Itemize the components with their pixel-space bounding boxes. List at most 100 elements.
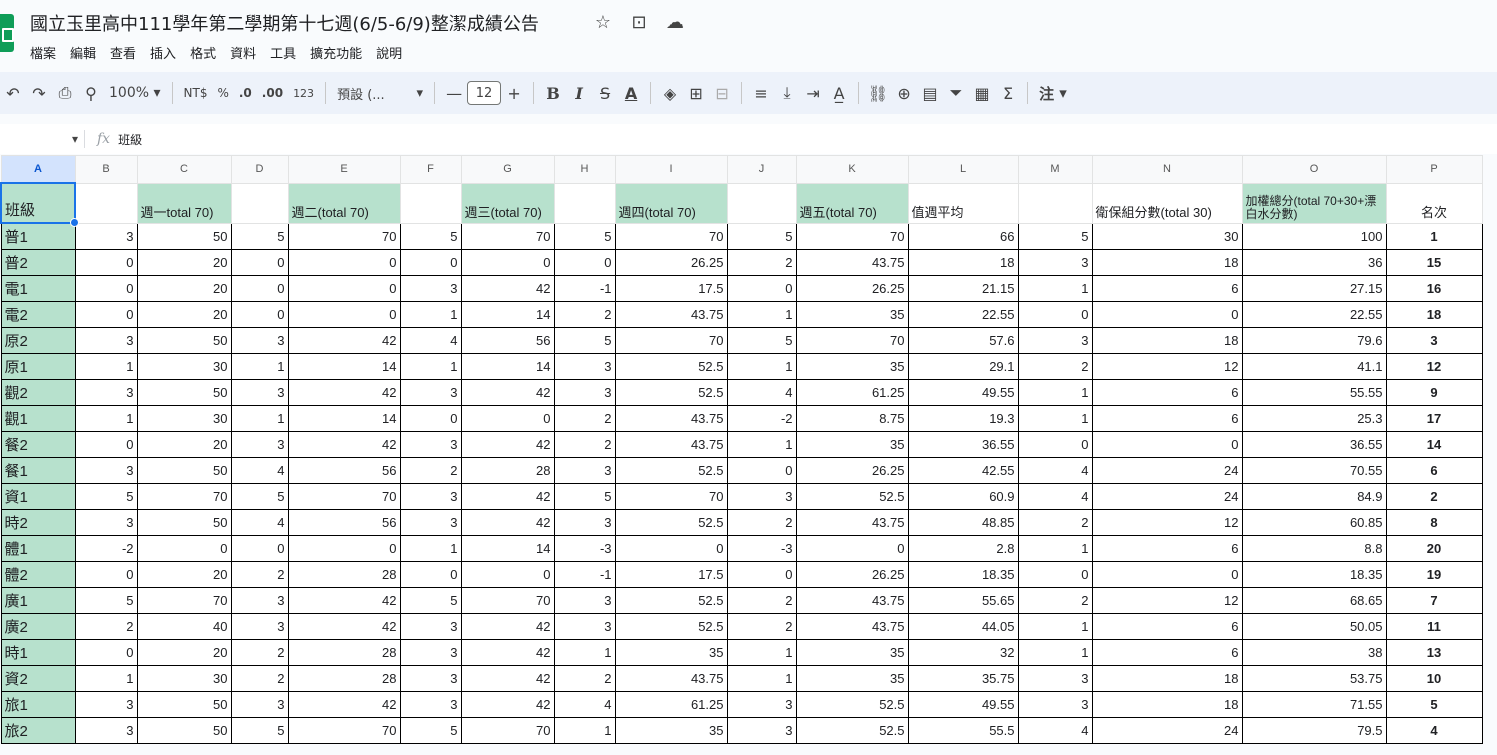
data-cell[interactable]: 8.8 [1241,535,1387,562]
data-cell[interactable]: 30 [136,405,232,432]
rank-cell[interactable]: 14 [1385,431,1483,458]
data-cell[interactable]: 30 [136,665,232,692]
data-cell[interactable]: 36.55 [907,431,1019,458]
class-name-cell[interactable]: 餐1 [0,457,76,484]
column-header-i[interactable]: I [614,155,728,184]
data-cell[interactable]: 25.3 [1241,405,1387,432]
decrease-decimal-button[interactable]: .0 [234,79,257,107]
data-cell[interactable]: 50 [136,379,232,406]
data-cell[interactable]: 5 [230,222,289,250]
data-cell[interactable]: 0 [1091,431,1243,458]
data-cell[interactable]: 19.3 [907,405,1019,432]
data-cell[interactable]: 56 [287,457,401,484]
class-name-cell[interactable]: 原2 [0,327,76,354]
menu-item[interactable]: 插入 [150,43,176,62]
formula-input[interactable]: 班級 [118,131,142,148]
class-name-cell[interactable]: 時1 [0,639,76,666]
data-cell[interactable]: 2 [74,613,138,640]
data-cell[interactable]: 6 [1091,405,1243,432]
data-cell[interactable]: 5 [1017,222,1093,250]
data-cell[interactable]: 50.05 [1241,613,1387,640]
data-cell[interactable]: 5 [726,327,797,354]
data-cell[interactable]: 49.55 [907,379,1019,406]
data-cell[interactable]: 44.05 [907,613,1019,640]
strikethrough-icon[interactable]: S [592,79,618,107]
data-cell[interactable]: 0 [230,249,289,276]
menu-item[interactable]: 檔案 [30,43,56,62]
data-cell[interactable]: 3 [230,379,289,406]
column-header-f[interactable]: F [399,155,462,184]
data-cell[interactable]: 1 [553,717,616,744]
filter-icon[interactable]: ⏷ [943,79,969,107]
data-cell[interactable]: 26.25 [795,457,909,484]
data-cell[interactable]: 20 [136,301,232,328]
data-cell[interactable]: 4 [726,379,797,406]
horizontal-align-icon[interactable]: ≡ [748,79,774,107]
text-rotation-icon[interactable]: A̲ [826,79,852,107]
data-cell[interactable]: 3 [230,613,289,640]
data-cell[interactable]: 2 [726,613,797,640]
header-cell[interactable] [553,182,616,224]
data-cell[interactable]: 1 [726,665,797,692]
data-cell[interactable]: 3 [399,431,462,458]
data-cell[interactable]: 0 [399,405,462,432]
font-select[interactable]: 預設 (... ▾ [332,79,428,107]
header-cell[interactable]: 週三(total 70) [460,182,555,224]
rank-cell[interactable]: 16 [1385,275,1483,302]
data-cell[interactable]: 27.15 [1241,275,1387,302]
data-cell[interactable]: 0 [230,535,289,562]
data-cell[interactable]: 3 [1017,665,1093,692]
data-cell[interactable]: 1 [1017,639,1093,666]
data-cell[interactable]: 3 [230,327,289,354]
data-cell[interactable]: 52.5 [614,379,728,406]
data-cell[interactable]: 52.5 [614,353,728,380]
data-cell[interactable]: 43.75 [795,509,909,536]
data-cell[interactable]: 0 [74,561,138,588]
fill-color-icon[interactable]: ◈ [657,79,683,107]
data-cell[interactable]: 3 [553,457,616,484]
data-cell[interactable]: 0 [553,249,616,276]
data-cell[interactable]: 12 [1091,353,1243,380]
paint-format-icon[interactable]: ⚲ [78,79,104,107]
data-cell[interactable]: 0 [1017,431,1093,458]
data-cell[interactable]: 50 [136,327,232,354]
data-cell[interactable]: 22.55 [907,301,1019,328]
data-cell[interactable]: 42 [460,613,555,640]
data-cell[interactable]: 5 [399,717,462,744]
data-cell[interactable]: 1 [1017,535,1093,562]
data-cell[interactable]: 42 [460,379,555,406]
data-cell[interactable]: 60.9 [907,483,1019,510]
insert-link-icon[interactable]: ⛓ [865,79,891,107]
data-cell[interactable]: 18.35 [1241,561,1387,588]
data-cell[interactable]: 8.75 [795,405,909,432]
header-cell[interactable]: 週五(total 70) [795,182,909,224]
filter-views-icon[interactable]: ▦ [969,79,995,107]
rank-cell[interactable]: 12 [1385,353,1483,380]
data-cell[interactable]: 0 [74,275,138,302]
data-cell[interactable]: 2 [553,431,616,458]
data-cell[interactable]: 0 [1091,561,1243,588]
column-header-g[interactable]: G [460,155,555,184]
header-cell[interactable]: 週四(total 70) [614,182,728,224]
data-cell[interactable]: 50 [136,509,232,536]
data-cell[interactable]: 3 [726,691,797,718]
data-cell[interactable]: 28 [287,665,401,692]
data-cell[interactable]: 1 [74,353,138,380]
data-cell[interactable]: 43.75 [795,613,909,640]
menu-item[interactable]: 資料 [230,43,256,62]
column-header-a[interactable]: A [0,155,76,184]
data-cell[interactable]: 70 [287,222,401,250]
data-cell[interactable]: 3 [230,587,289,614]
data-cell[interactable]: 49.55 [907,691,1019,718]
data-cell[interactable]: 5 [399,222,462,250]
data-cell[interactable]: 84.9 [1241,483,1387,510]
data-cell[interactable]: 1 [726,639,797,666]
data-cell[interactable]: 42 [460,639,555,666]
header-cell[interactable] [74,182,138,224]
data-cell[interactable]: 20 [136,275,232,302]
rank-cell[interactable]: 5 [1385,691,1483,718]
data-cell[interactable]: 0 [1017,301,1093,328]
class-name-cell[interactable]: 資2 [0,665,76,692]
data-cell[interactable]: 0 [795,535,909,562]
data-cell[interactable]: 2 [230,639,289,666]
